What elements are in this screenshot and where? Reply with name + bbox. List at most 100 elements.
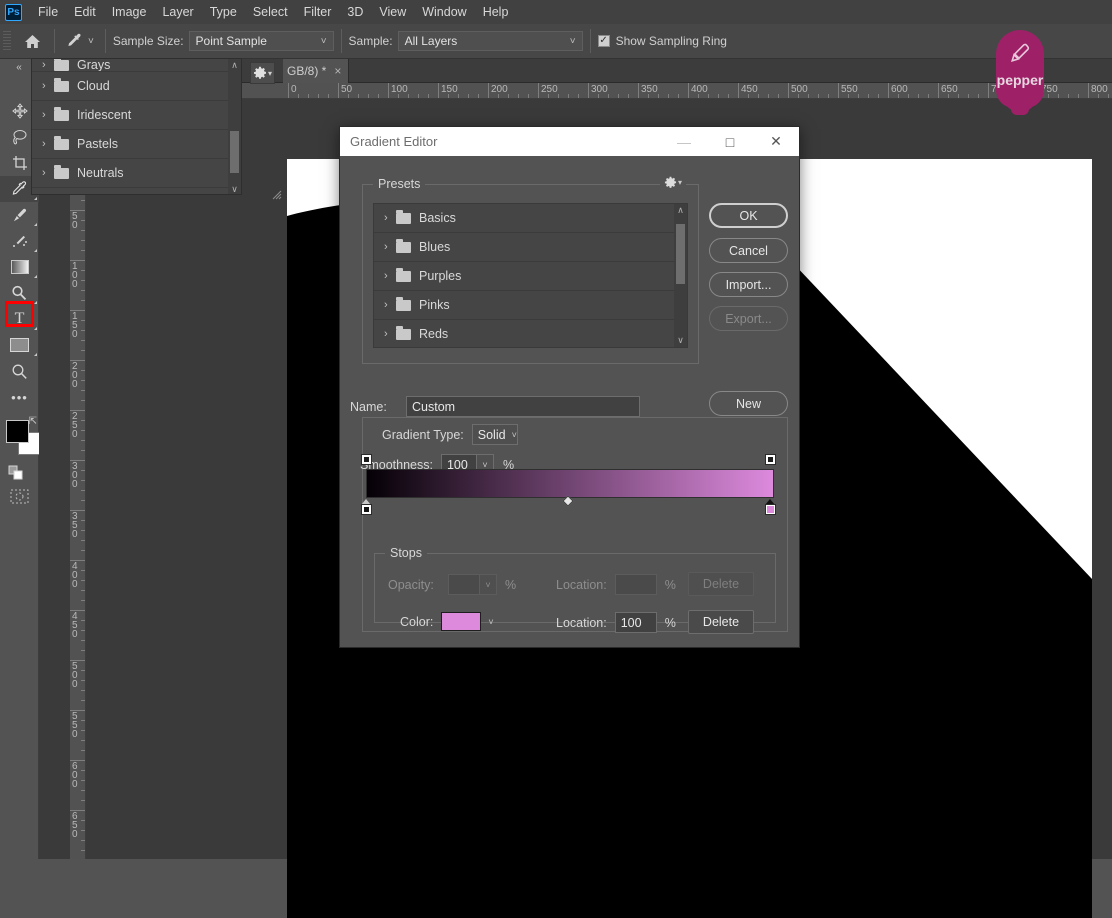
menu-item-filter[interactable]: Filter	[296, 2, 340, 22]
new-button[interactable]: New	[709, 391, 788, 416]
opacity-stop-left[interactable]	[361, 454, 372, 465]
ruler-label: 500	[791, 84, 808, 95]
menu-item-3d[interactable]: 3D	[339, 2, 371, 22]
flyout-item-pastels[interactable]: › Pastels	[32, 130, 241, 159]
flyout-item-neutrals[interactable]: › Neutrals	[32, 159, 241, 188]
zoom-tool[interactable]	[0, 358, 39, 384]
ruler-tick	[528, 94, 529, 98]
ruler-tick	[81, 550, 85, 551]
tool-preset-picker[interactable]: ˅	[62, 30, 98, 52]
ruler-tick	[498, 94, 499, 98]
scrollbar-thumb[interactable]	[676, 224, 685, 284]
menu-item-file[interactable]: File	[30, 2, 66, 22]
close-icon[interactable]: ✕	[753, 127, 799, 156]
default-colors-icon[interactable]	[0, 462, 39, 484]
shape-tool[interactable]	[0, 332, 39, 358]
tool-expand-triangle	[34, 327, 37, 330]
gradient-preview-bar[interactable]	[366, 469, 774, 498]
menu-item-type[interactable]: Type	[202, 2, 245, 22]
vertical-ruler[interactable]: 50 100 150 200 250 300 350 400 450 500 550 600 650	[70, 99, 86, 859]
sample-size-select[interactable]: Point Sample ˅	[188, 31, 334, 51]
presets-list[interactable]: › Basics › Blues › Purples › Pinks › Reds ∧ ∨	[373, 203, 688, 348]
ruler-tick	[358, 94, 359, 98]
ruler-tick	[81, 580, 85, 581]
pepper-badge[interactable]: pepper	[996, 30, 1044, 118]
flyout-scrollbar[interactable]: ∧ ∨	[228, 59, 241, 194]
maximize-icon[interactable]: □	[707, 127, 753, 156]
show-sampling-ring-checkbox[interactable]: ✓ Show Sampling Ring	[597, 34, 732, 48]
more-tools-button[interactable]: •••	[0, 384, 39, 410]
chevron-right-icon: ›	[384, 299, 388, 311]
gradient-type-select[interactable]: Solid ˅	[471, 424, 518, 445]
folder-icon	[54, 164, 69, 179]
ruler-tick	[368, 94, 369, 98]
opacity-input[interactable]	[448, 574, 480, 595]
presets-gear-icon[interactable]: ▾	[659, 176, 686, 189]
options-bar-grip[interactable]	[3, 31, 11, 51]
swap-colors-icon[interactable]: ⇱	[29, 416, 37, 427]
import-button[interactable]: Import...	[709, 272, 788, 297]
opacity-delete-button[interactable]: Delete	[688, 572, 754, 596]
color-location-input[interactable]: 100	[614, 612, 657, 633]
preset-item-basics[interactable]: › Basics	[374, 204, 687, 233]
home-icon[interactable]	[17, 28, 47, 54]
ruler-tick	[81, 720, 85, 721]
menu-item-select[interactable]: Select	[245, 2, 296, 22]
brush-tool[interactable]	[0, 202, 39, 228]
menu-item-layer[interactable]: Layer	[154, 2, 201, 22]
export-button[interactable]: Export...	[709, 306, 788, 331]
flyout-resize-grip[interactable]	[270, 188, 282, 203]
scroll-up-icon[interactable]: ∧	[674, 204, 687, 217]
name-input[interactable]: Custom	[406, 396, 640, 417]
scrollbar-thumb[interactable]	[230, 131, 239, 173]
color-delete-button[interactable]: Delete	[688, 610, 754, 634]
flyout-item-iridescent[interactable]: › Iridescent	[32, 101, 241, 130]
gradient-tool[interactable]	[0, 254, 39, 280]
ruler-tick	[348, 94, 349, 98]
scroll-up-icon[interactable]: ∧	[228, 59, 241, 72]
ruler-tick	[598, 94, 599, 98]
preset-item-reds[interactable]: › Reds	[374, 320, 687, 347]
preset-item-purples[interactable]: › Purples	[374, 262, 687, 291]
clone-stamp-tool[interactable]	[0, 228, 39, 254]
document-tab[interactable]: GB/8) * ×	[283, 59, 350, 83]
presets-scrollbar[interactable]: ∧ ∨	[674, 204, 687, 347]
menu-item-window[interactable]: Window	[414, 2, 474, 22]
menu-item-image[interactable]: Image	[104, 2, 155, 22]
opacity-stepper[interactable]: ˅	[480, 574, 497, 595]
options-bar: ˅ Sample Size: Point Sample ˅ Sample: Al…	[0, 24, 1112, 59]
quick-mask-button[interactable]	[0, 484, 39, 508]
flyout-gear-icon[interactable]: ▾	[250, 62, 275, 84]
dialog-title-bar[interactable]: Gradient Editor — □ ✕	[340, 127, 799, 156]
color-swatch[interactable]	[441, 612, 482, 631]
minimize-icon[interactable]: —	[661, 127, 707, 156]
ruler-tick	[778, 94, 779, 98]
ruler-tick	[1078, 94, 1079, 98]
scroll-down-icon[interactable]: ∨	[674, 334, 687, 347]
opacity-stop-right[interactable]	[765, 454, 776, 465]
menu-item-view[interactable]: View	[371, 2, 414, 22]
menu-item-edit[interactable]: Edit	[66, 2, 104, 22]
preset-item-pinks[interactable]: › Pinks	[374, 291, 687, 320]
list-item-label: Iridescent	[77, 108, 132, 122]
menu-item-help[interactable]: Help	[475, 2, 517, 22]
flyout-item-grays[interactable]: › Grays	[32, 59, 241, 72]
foreground-color-swatch[interactable]	[6, 420, 29, 443]
close-icon[interactable]: ×	[334, 64, 341, 78]
flyout-item-cloud[interactable]: › Cloud	[32, 72, 241, 101]
scroll-down-icon[interactable]: ∨	[228, 183, 241, 194]
pepper-label: pepper	[996, 72, 1044, 88]
color-stop-left[interactable]	[361, 504, 372, 515]
ruler-label: 250	[541, 84, 558, 95]
color-stop-right[interactable]	[765, 504, 776, 515]
ruler-label: 100	[391, 84, 408, 95]
preset-item-blues[interactable]: › Blues	[374, 233, 687, 262]
chevron-right-icon: ›	[42, 109, 46, 121]
opacity-location-input[interactable]	[614, 574, 657, 595]
color-location-label: Location:	[556, 615, 607, 630]
cancel-button[interactable]: Cancel	[709, 238, 788, 263]
pepper-tip-lower	[1011, 109, 1029, 115]
sample-select[interactable]: All Layers ˅	[397, 31, 583, 51]
ok-button[interactable]: OK	[709, 203, 788, 228]
color-chevron-down-icon[interactable]: ˅	[488, 617, 493, 627]
